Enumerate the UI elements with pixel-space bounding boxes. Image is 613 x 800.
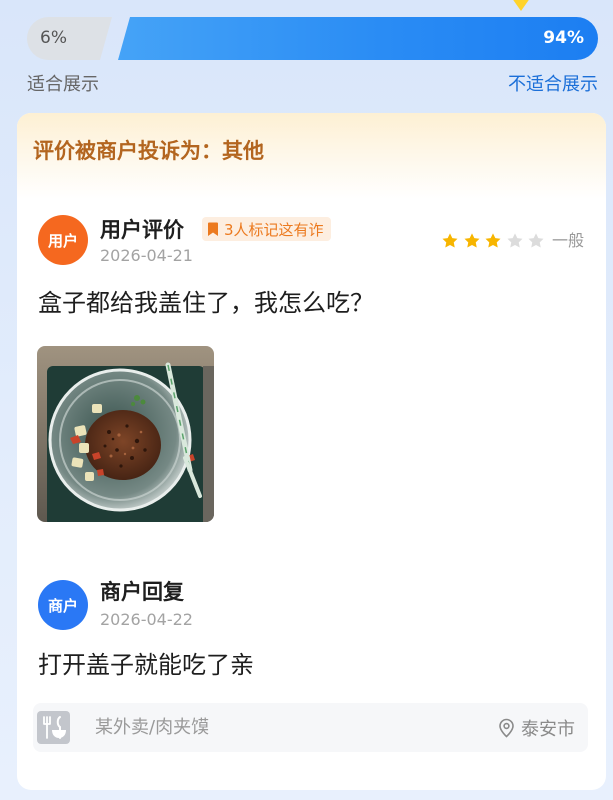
shop-info-bar[interactable]: 某外卖/肉夹馍 泰安市 [33,703,588,752]
merchant-avatar: 商户 [38,580,88,630]
rating-label: 一般 [552,231,585,250]
fraud-mark-text: 3人标记这有诈 [224,220,324,239]
star-filled-icon [485,233,501,248]
fraud-mark-badge: 3人标记这有诈 [202,217,331,241]
vote-option-unsuitable[interactable]: 94% [118,17,598,60]
suitable-label[interactable]: 适合展示 [27,73,99,97]
bookmark-icon [207,222,219,237]
shop-name: 某外卖/肉夹馍 [95,717,210,738]
star-empty-icon [528,233,544,248]
location: 泰安市 [498,703,575,752]
reply-content: 打开盖子就能吃了亲 [38,651,254,679]
suitable-percent: 6% [40,28,67,48]
review-card: 评价被商户投诉为：其他 用户 用户评价 3人标记这有诈 2026-04-21 一… [17,113,606,790]
vote-option-suitable[interactable]: 6% [27,17,112,60]
triangle-marker-icon [509,0,533,11]
reply-date: 2026-04-22 [100,610,193,629]
food-photo [37,346,214,522]
rating-stars [441,232,545,250]
location-pin-icon [498,718,515,738]
location-text: 泰安市 [521,718,575,740]
user-avatar: 用户 [38,215,88,265]
complaint-header: 评价被商户投诉为：其他 [17,113,606,199]
reply-title: 商户回复 [100,580,184,604]
review-title: 用户评价 [100,218,184,242]
star-empty-icon [507,233,522,248]
vote-bar: 6% 94% [27,17,598,60]
unsuitable-label[interactable]: 不适合展示 [508,73,598,97]
star-filled-icon [464,233,479,248]
star-filled-icon [442,233,458,248]
shop-thumbnail-icon [37,711,70,744]
unsuitable-percent: 94% [543,28,584,48]
review-content: 盒子都给我盖住了，我怎么吃？ [38,289,374,317]
review-photo[interactable] [37,346,214,522]
review-date: 2026-04-21 [100,246,193,265]
complaint-title: 评价被商户投诉为：其他 [33,139,264,163]
